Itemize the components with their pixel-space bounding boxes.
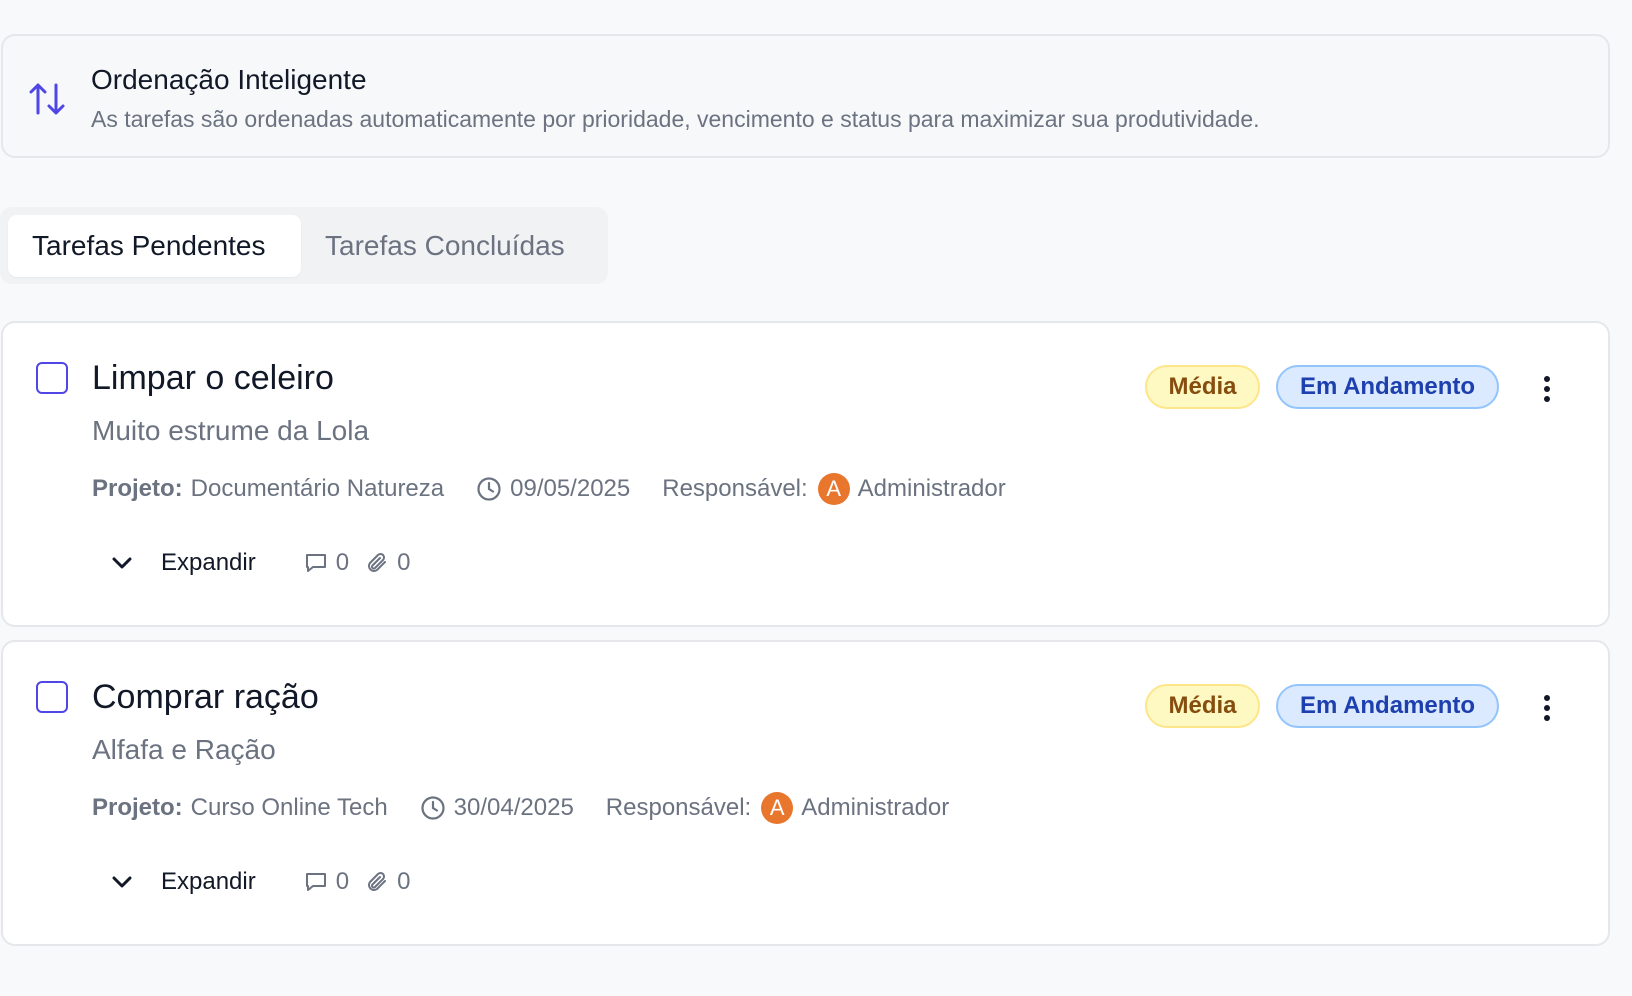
expand-label: Expandir (161, 868, 256, 895)
task-counts: 0 0 (304, 868, 411, 896)
banner-title: Ordenação Inteligente (91, 64, 367, 95)
due-date: 30/04/2025 (453, 794, 574, 821)
priority-badge: Média (1145, 684, 1260, 728)
task-meta: Projeto: Curso Online Tech 30/04/2025 Re… (92, 790, 949, 826)
attachment-count: 0 (397, 549, 411, 576)
clock-icon (477, 477, 501, 501)
task-tabs: Tarefas Pendentes Tarefas Concluídas (0, 207, 608, 284)
chevron-down-icon (112, 557, 132, 569)
comment-count: 0 (335, 868, 350, 895)
comment-icon (305, 873, 326, 891)
avatar: A (761, 792, 794, 824)
expand-button[interactable]: Expandir (109, 868, 256, 896)
chevron-down-icon (112, 876, 132, 888)
assignee-name: Administrador (857, 475, 1006, 502)
task-complete-checkbox[interactable] (36, 681, 68, 713)
project-label: Projeto: (92, 794, 183, 821)
task-counts: 0 0 (304, 549, 411, 577)
assignee-label: Responsável: (605, 794, 752, 821)
project-name: Documentário Natureza (190, 475, 445, 502)
status-badge: Em Andamento (1276, 684, 1499, 728)
banner-description: As tarefas são ordenadas automaticamente… (91, 106, 1260, 132)
due-date: 09/05/2025 (510, 475, 631, 502)
paperclip-icon (368, 871, 387, 891)
priority-badge: Média (1145, 365, 1260, 409)
task-title: Comprar ração (92, 678, 319, 716)
sort-arrows-icon (29, 83, 65, 115)
assignee-name: Administrador (801, 794, 950, 821)
task-title: Limpar o celeiro (92, 359, 334, 397)
avatar: A (817, 473, 850, 505)
assignee-label: Responsável: (662, 475, 808, 502)
project-label: Projeto: (92, 475, 183, 502)
smart-sorting-banner: Ordenação Inteligente As tarefas são ord… (1, 34, 1610, 158)
task-meta: Projeto: Documentário Natureza 09/05/202… (92, 471, 1006, 507)
tab-pending-tasks[interactable]: Tarefas Pendentes (8, 215, 301, 277)
tab-completed-tasks[interactable]: Tarefas Concluídas (301, 215, 601, 277)
clock-icon (421, 796, 445, 820)
paperclip-icon (368, 552, 387, 572)
more-options-icon[interactable] (1531, 369, 1563, 409)
task-description: Alfafa e Ração (92, 734, 276, 765)
comment-icon (305, 554, 326, 572)
more-options-icon[interactable] (1531, 688, 1563, 728)
expand-label: Expandir (161, 549, 256, 576)
task-footer: Expandir 0 0 (109, 543, 410, 583)
comment-count: 0 (335, 549, 350, 576)
task-card: Limpar o celeiro Muito estrume da Lola M… (1, 321, 1610, 627)
status-badge: Em Andamento (1276, 365, 1499, 409)
expand-button[interactable]: Expandir (109, 549, 256, 577)
task-card: Comprar ração Alfafa e Ração Média Em An… (1, 640, 1610, 946)
project-name: Curso Online Tech (190, 794, 388, 821)
attachment-count: 0 (397, 868, 411, 895)
task-description: Muito estrume da Lola (92, 415, 370, 446)
task-footer: Expandir 0 0 (109, 862, 410, 902)
task-complete-checkbox[interactable] (36, 362, 68, 394)
